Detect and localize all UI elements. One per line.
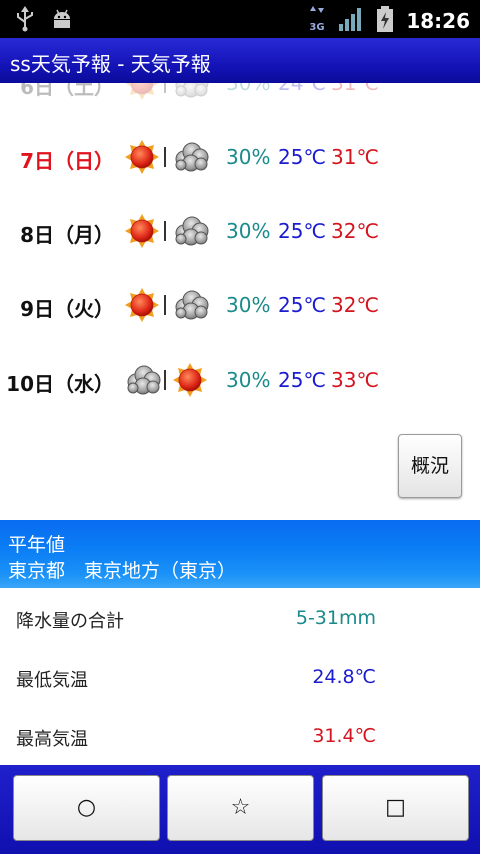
- cloudy-icon: [175, 83, 209, 98]
- clock: 18:26: [406, 9, 470, 33]
- forecast-date: 7日（日）: [20, 149, 114, 173]
- precip-chance: 30%: [226, 145, 271, 169]
- sunny-icon: [125, 140, 159, 174]
- battery-charging-icon: [376, 5, 394, 37]
- separator: [164, 83, 166, 93]
- weather-icons: [124, 211, 214, 251]
- stat-value: 24.8℃: [312, 666, 376, 688]
- sunny-icon: [125, 214, 159, 248]
- signal-icon: [338, 6, 364, 36]
- stat-value: 31.4℃: [312, 725, 376, 747]
- app-title: ss天気予報 - 天気予報: [10, 52, 211, 76]
- forecast-date: 8日（月）: [20, 223, 114, 247]
- bottom-bar: ○ ☆ □: [0, 765, 480, 854]
- square-button[interactable]: □: [322, 775, 469, 841]
- precip-chance: 30%: [226, 368, 271, 392]
- cloudy-icon: [127, 365, 161, 395]
- low-temp: 24℃: [278, 83, 326, 95]
- low-temp: 25℃: [278, 368, 326, 392]
- separator: [164, 295, 166, 315]
- weather-icons: [124, 83, 214, 103]
- high-temp: 33℃: [331, 368, 379, 392]
- stat-row: 降水量の合計 5-31mm: [0, 599, 480, 639]
- sunny-icon: [125, 83, 159, 100]
- stat-label: 最低気温: [16, 670, 88, 691]
- forecast-row[interactable]: 9日（火） 30% 25℃ 32℃: [0, 285, 480, 325]
- forecast-date: 10日（水）: [6, 372, 114, 396]
- forecast-list[interactable]: 6日（土） 30% 24℃ 31℃ 7日（日） 30% 25℃ 31℃ 8日（月…: [0, 83, 480, 520]
- stat-label: 最高気温: [16, 729, 88, 750]
- high-temp: 31℃: [331, 83, 379, 95]
- forecast-row[interactable]: 8日（月） 30% 25℃ 32℃: [0, 211, 480, 251]
- forecast-row[interactable]: 10日（水） 30% 25℃ 33℃: [0, 360, 480, 400]
- cloudy-icon: [175, 216, 209, 246]
- high-temp: 31℃: [331, 145, 379, 169]
- weather-icons: [124, 360, 214, 400]
- weather-icons: [124, 137, 214, 177]
- stat-label: 降水量の合計: [16, 611, 124, 632]
- svg-text:3G: 3G: [310, 22, 325, 33]
- normals-title: 平年値: [8, 534, 66, 556]
- precip-chance: 30%: [226, 83, 271, 95]
- high-temp: 32℃: [331, 293, 379, 317]
- weather-icons: [124, 285, 214, 325]
- forecast-date: 6日（土）: [20, 83, 114, 99]
- forecast-date: 9日（火）: [20, 297, 114, 321]
- precip-chance: 30%: [226, 293, 271, 317]
- 3g-icon: 3G: [308, 5, 326, 37]
- low-temp: 25℃: [278, 145, 326, 169]
- precip-chance: 30%: [226, 219, 271, 243]
- stat-row: 最低気温 24.8℃: [0, 658, 480, 698]
- sunny-icon: [173, 363, 207, 397]
- forecast-row[interactable]: 7日（日） 30% 25℃ 31℃: [0, 137, 480, 177]
- normals-header: 平年値 東京都 東京地方（東京）: [0, 520, 480, 588]
- separator: [164, 221, 166, 241]
- low-temp: 25℃: [278, 219, 326, 243]
- stat-value: 5-31mm: [295, 607, 376, 629]
- forecast-row[interactable]: 6日（土） 30% 24℃ 31℃: [0, 83, 480, 103]
- separator: [164, 370, 166, 390]
- low-temp: 25℃: [278, 293, 326, 317]
- normals-location: 東京都 東京地方（東京）: [8, 560, 237, 582]
- high-temp: 32℃: [331, 219, 379, 243]
- cloudy-icon: [175, 290, 209, 320]
- cloudy-icon: [175, 142, 209, 172]
- status-bar: 3G 18:26: [0, 0, 480, 38]
- circle-button[interactable]: ○: [13, 775, 160, 841]
- sunny-icon: [125, 288, 159, 322]
- title-bar: ss天気予報 - 天気予報: [0, 38, 480, 83]
- separator: [164, 147, 166, 167]
- star-button[interactable]: ☆: [167, 775, 314, 841]
- usb-icon: [14, 6, 36, 36]
- overview-button[interactable]: 概況: [398, 434, 462, 498]
- android-debug-icon: [50, 7, 74, 35]
- stat-row: 最高気温 31.4℃: [0, 717, 480, 757]
